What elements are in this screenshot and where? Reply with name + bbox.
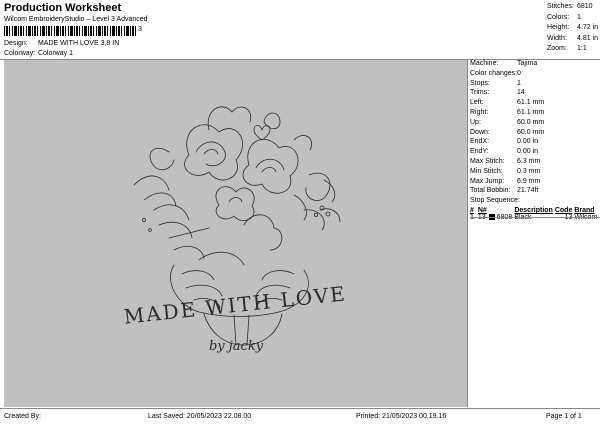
footer-created-by: Created By:	[4, 413, 41, 420]
stat-stitches: Stitches: 6810	[547, 2, 598, 13]
stat-label: Colors:	[547, 13, 570, 21]
footer-divider	[0, 408, 600, 409]
info-label: Trims:	[470, 89, 490, 97]
design-value: MADE WITH LOVE 3,8 IN	[37, 40, 120, 47]
info-label: Up:	[470, 118, 481, 126]
info-label: Total Bobbin:	[470, 187, 511, 195]
info-value: 60.0 mm	[517, 128, 545, 136]
info-label: Right:	[470, 108, 489, 116]
col-n: N#	[477, 207, 487, 214]
table-divider	[470, 217, 600, 218]
page-title: Production Worksheet	[4, 2, 122, 14]
info-value: 0.00 in	[517, 148, 539, 156]
info-value: 21.74ft	[517, 187, 539, 195]
stat-value: 1:1	[577, 45, 587, 53]
col-description: Description	[514, 207, 553, 214]
info-label: Down:	[470, 128, 490, 136]
info-label: EndX:	[470, 138, 490, 146]
col-code: Code	[554, 207, 573, 214]
stat-value: 4.72 in	[577, 24, 599, 32]
design-canvas[interactable]: MADE WITH LOVE by jacky	[4, 60, 468, 407]
info-label: EndY:	[470, 148, 489, 156]
info-label: Stops:	[470, 79, 490, 87]
stats-block: Stitches: 6810 Colors: 1 Height: 4.72 in Wi…	[547, 2, 598, 55]
panel-divider	[467, 59, 468, 407]
col-brand: Brand	[574, 207, 595, 214]
design-row: Design: MADE WITH LOVE 3,8 IN	[4, 40, 119, 47]
info-row: Color changes:0	[470, 69, 600, 79]
stat-width: Width: 4.81 in	[547, 34, 598, 45]
info-value: 61.1 mm	[517, 108, 545, 116]
barcode	[4, 26, 136, 36]
footer-page: Page 1 of 1	[546, 413, 582, 420]
stat-label: Width:	[547, 34, 567, 42]
stop-sequence-table: # N# Description Code Brand 1. 13 6808 B…	[470, 207, 599, 221]
stat-value: 6810	[577, 3, 593, 10]
info-label: Min Stitch:	[470, 167, 503, 175]
stat-label: Height:	[547, 24, 570, 32]
info-value: 1	[517, 79, 521, 87]
stat-label: Zoom:	[547, 45, 567, 53]
design-text-main: MADE WITH LOVE	[123, 281, 348, 328]
info-value: 6.9 mm	[517, 177, 541, 185]
info-label: Left:	[470, 99, 484, 107]
info-value: 0	[517, 69, 521, 77]
col-num: #	[470, 207, 474, 214]
info-row: Max Stitch: 6.3 mm	[470, 157, 600, 167]
info-value: 0.00 in	[517, 138, 539, 146]
colorway-label: Colorway:	[4, 50, 36, 57]
info-value: 61.1 mm	[517, 99, 545, 107]
info-label: Machine:	[470, 60, 499, 67]
machine-info-panel: Machine: Tajima Color changes:0 Stops: 1 T…	[470, 59, 600, 407]
stat-zoom: Zoom: 1:1	[547, 44, 598, 55]
col-swatch	[489, 207, 515, 214]
info-label: Max Stitch:	[470, 157, 505, 165]
info-row: EndY: 0.00 in	[470, 147, 600, 157]
info-row: Total Bobbin: 21.74ft	[470, 186, 600, 196]
design-text-sub: by jacky	[209, 339, 264, 354]
info-value: 0.3 mm	[517, 167, 541, 175]
info-value: 14	[517, 89, 525, 97]
footer-last-saved: Last Saved: 20/05/2023 22.08.00	[148, 413, 252, 420]
info-value: Tajima	[517, 60, 538, 67]
info-row: Max Jump: 6.9 mm	[470, 177, 600, 187]
stat-value: 1	[577, 13, 581, 21]
info-row: Min Stitch: 0.3 mm	[470, 167, 600, 177]
stat-height: Height: 4.72 in	[547, 23, 598, 34]
info-label: Color changes:	[470, 69, 518, 77]
embroidery-design: MADE WITH LOVE by jacky	[123, 106, 348, 354]
info-row: Left: 61.1 mm	[470, 98, 600, 108]
footer: Created By: Last Saved: 20/05/2023 22.08…	[0, 410, 600, 424]
info-row: EndX: 0.00 in	[470, 137, 600, 147]
stat-label: Stitches:	[547, 3, 574, 10]
stop-sequence-title: Stop Sequence:	[470, 197, 520, 205]
info-row: Trims: 14	[470, 88, 600, 98]
info-row: Machine: Tajima	[470, 59, 600, 69]
stat-colors: Colors: 1	[547, 13, 598, 24]
info-value: 60.0 mm	[517, 118, 545, 126]
info-label: Max Jump:	[470, 177, 505, 185]
barcode-text: 3	[138, 26, 142, 33]
stat-value: 4.81 in	[577, 34, 599, 42]
colorway-value: Colorway 1	[37, 50, 73, 57]
colorway-row: Colorway: Colorway 1	[4, 50, 73, 57]
app-subtitle: Wilcom EmbroideryStudio – Level 3 Advanc…	[4, 16, 148, 23]
footer-printed: Printed: 21/05/2023 00.19.16	[356, 413, 447, 420]
table-header-row: # N# Description Code Brand	[470, 207, 599, 214]
info-row: Up: 60.0 mm	[470, 118, 600, 128]
info-value: 6.3 mm	[517, 157, 541, 165]
design-label: Design:	[4, 40, 28, 47]
info-row: Stops: 1	[470, 79, 600, 89]
info-row: Right: 61.1 mm	[470, 108, 600, 118]
info-row: Down: 60.0 mm	[470, 128, 600, 138]
